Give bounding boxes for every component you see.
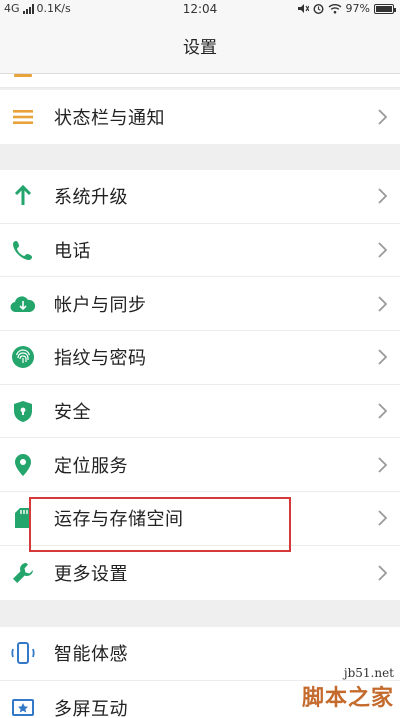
settings-row-label: 安全 [54, 402, 91, 424]
chevron-right-icon [378, 242, 388, 258]
chevron-right-icon [378, 457, 388, 473]
cloud-sync-icon [10, 291, 36, 317]
status-right: 97% [297, 2, 396, 15]
watermark-name: 脚本之家 [301, 685, 394, 711]
shield-icon [10, 398, 36, 424]
settings-row-label: 多屏互动 [54, 698, 128, 718]
chevron-right-icon [378, 188, 388, 204]
mute-icon [297, 4, 309, 13]
settings-row-label: 指纹与密码 [54, 348, 147, 370]
chevron-right-icon [378, 403, 388, 419]
status-bar: 4G 0.1K/s 12:04 97% [0, 0, 400, 18]
chevron-right-icon [378, 349, 388, 366]
settings-row-phone[interactable]: 电话 [0, 224, 400, 278]
battery-percent: 97% [345, 2, 370, 15]
settings-row-label: 电话 [54, 241, 91, 263]
settings-row-fingerprint-password[interactable]: 指纹与密码 [0, 331, 400, 385]
chevron-right-icon [378, 510, 388, 527]
chevron-right-icon [378, 296, 388, 312]
settings-row-label: 定位服务 [54, 455, 128, 477]
wifi-icon [328, 4, 342, 14]
phone-icon [10, 237, 36, 263]
settings-row-more-settings[interactable]: 更多设置 [0, 546, 400, 600]
scrolled-row-peek [0, 74, 400, 88]
alarm-icon [313, 4, 324, 14]
fingerprint-icon [10, 344, 36, 370]
battery-fill [376, 5, 392, 12]
settings-row-label: 运存与存储空间 [54, 509, 184, 531]
chevron-right-icon [378, 109, 388, 125]
menu-lines-icon [10, 104, 36, 130]
watermark-url: jb51.net [343, 666, 394, 680]
settings-row-label: 智能体感 [54, 644, 128, 666]
settings-row-location-service[interactable]: 定位服务 [0, 438, 400, 493]
chevron-right-icon [378, 565, 388, 581]
settings-section-notifications: 状态栏与通知 [0, 90, 400, 144]
settings-row-status-bar-notifications[interactable]: 状态栏与通知 [0, 90, 400, 144]
settings-row-label: 状态栏与通知 [54, 107, 165, 129]
settings-row-label: 系统升级 [54, 187, 128, 209]
settings-row-security[interactable]: 安全 [0, 385, 400, 439]
settings-row-label: 更多设置 [54, 563, 128, 585]
title-bar: 设置 [0, 18, 400, 74]
settings-row-label: 帐户与同步 [54, 294, 147, 316]
page-title: 设置 [183, 38, 217, 58]
sd-card-icon [10, 505, 36, 531]
settings-row-memory-storage[interactable]: 运存与存储空间 [0, 492, 400, 546]
wrench-icon [10, 560, 36, 586]
battery-icon [374, 3, 396, 14]
settings-row-account-sync[interactable]: 帐户与同步 [0, 277, 400, 332]
location-pin-icon [10, 452, 36, 478]
settings-section-main: 系统升级 电话 帐户与同步 指纹与密码 安全 定位服务 运存与存储空间 更多设置 [0, 170, 400, 600]
arrow-up-icon [10, 183, 36, 209]
settings-row-system-update[interactable]: 系统升级 [0, 170, 400, 224]
phone-gesture-icon [10, 640, 36, 666]
multi-screen-icon [10, 695, 36, 718]
watermark: jb51.net 脚本之家 [302, 666, 394, 712]
